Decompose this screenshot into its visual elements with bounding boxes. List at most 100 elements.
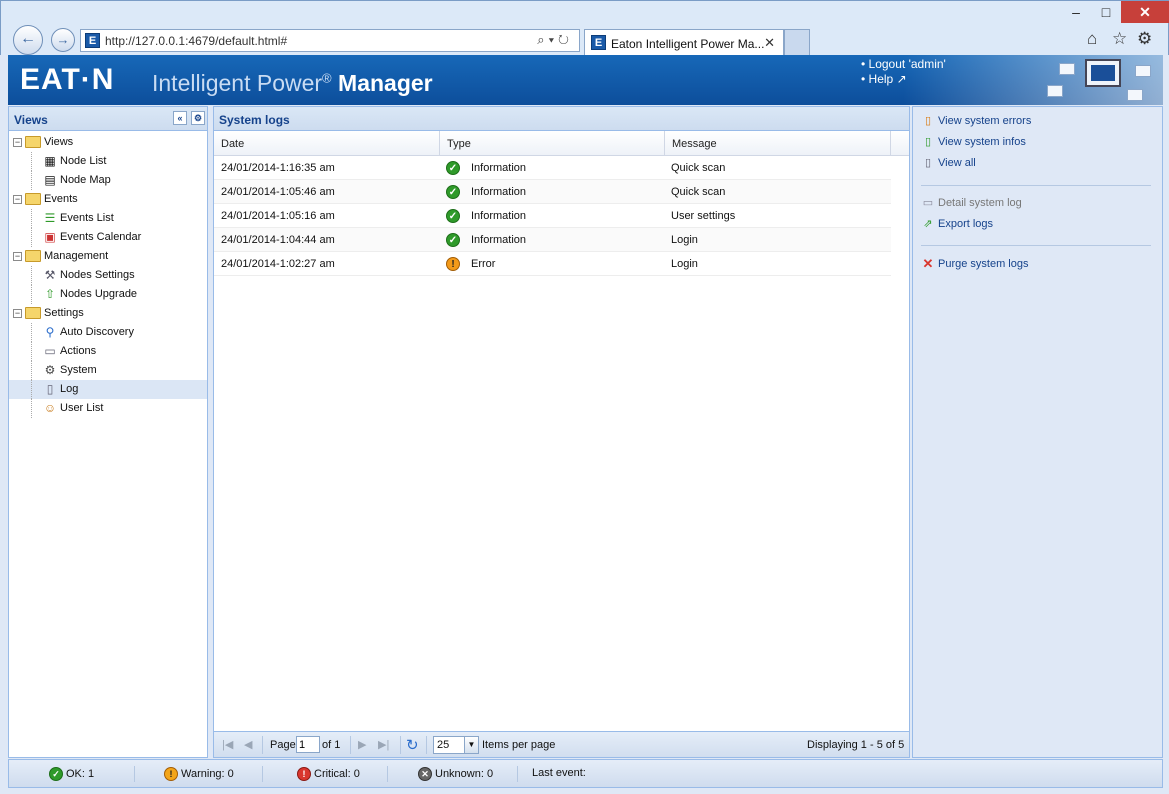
column-header-type[interactable]: Type — [440, 131, 665, 156]
view-system-errors-link[interactable]: ▯ View system errors — [921, 114, 1031, 128]
tree-group-views[interactable]: − Views — [9, 133, 207, 152]
grid-body: 24/01/2014-1:16:35 am ✓ Information Quic… — [214, 156, 909, 276]
monitor-icon: ▭ — [922, 197, 934, 209]
collapse-toggle-icon[interactable]: − — [13, 138, 22, 147]
tree-item-nodes-settings[interactable]: ⚒ Nodes Settings — [9, 266, 207, 285]
status-critical[interactable]: ! Critical: 0 — [297, 767, 360, 781]
column-header-date[interactable]: Date — [214, 131, 440, 156]
collapse-toggle-icon[interactable]: − — [13, 252, 22, 261]
tree-group-events[interactable]: − Events — [9, 190, 207, 209]
tree-item-events-list[interactable]: ☰ Events List — [9, 209, 207, 228]
displaying-count: Displaying 1 - 5 of 5 — [807, 739, 905, 751]
log-error-icon: ▯ — [924, 115, 932, 127]
events-list-icon: ☰ — [44, 211, 56, 225]
status-unknown[interactable]: ✕ Unknown: 0 — [418, 767, 493, 781]
table-row[interactable]: 24/01/2014-1:05:46 am ✓ Information Quic… — [214, 180, 891, 204]
purge-system-logs-link[interactable]: ✕ Purge system logs — [921, 257, 1029, 271]
app-header: EAT·N Intelligent Power® Manager • Logou… — [8, 55, 1163, 105]
tree-item-log[interactable]: ▯ Log — [9, 380, 207, 399]
actions-panel: ▯ View system errors ▯ View system infos ▯… — [912, 106, 1163, 758]
network-node-icon — [1059, 63, 1075, 75]
view-all-link[interactable]: ▯ View all — [921, 156, 976, 170]
tree-item-node-map[interactable]: ▤ Node Map — [9, 171, 207, 190]
last-page-icon[interactable]: ▶| — [378, 738, 389, 751]
favorites-star-icon[interactable]: ☆ — [1112, 29, 1127, 49]
separator — [426, 736, 427, 754]
node-map-icon: ▤ — [44, 173, 56, 187]
tree-item-actions[interactable]: ▭ Actions — [9, 342, 207, 361]
tab-close-icon[interactable]: ✕ — [764, 35, 775, 51]
ok-check-icon: ✓ — [446, 161, 460, 175]
critical-icon: ! — [297, 767, 311, 781]
panel-options-icon[interactable]: ⚙ — [191, 111, 205, 125]
error-exclamation-icon: ! — [446, 257, 460, 271]
table-row[interactable]: 24/01/2014-1:04:44 am ✓ Information Logi… — [214, 228, 891, 252]
folder-icon — [25, 307, 41, 319]
tree-item-nodes-upgrade[interactable]: ⇧ Nodes Upgrade — [9, 285, 207, 304]
address-bar[interactable]: E http://127.0.0.1:4679/default.html# ⌕▾… — [80, 29, 580, 52]
last-event-label: Last event: — [532, 767, 586, 779]
network-node-icon — [1127, 89, 1143, 101]
items-per-page-select[interactable]: 25 ▼ — [433, 736, 479, 754]
minimize-icon[interactable]: – — [1061, 1, 1091, 23]
close-window-icon[interactable]: ✕ — [1121, 1, 1169, 23]
next-page-icon[interactable]: ▶ — [358, 738, 366, 751]
collapse-toggle-icon[interactable]: − — [13, 195, 22, 204]
previous-page-icon[interactable]: ◀ — [244, 738, 252, 751]
export-icon: ⇗ — [923, 218, 933, 230]
ok-check-icon: ✓ — [446, 233, 460, 247]
status-ok[interactable]: ✓ OK: 1 — [49, 767, 94, 781]
export-logs-link[interactable]: ⇗ Export logs — [921, 217, 993, 231]
tree-group-settings[interactable]: − Settings — [9, 304, 207, 323]
address-url[interactable]: http://127.0.0.1:4679/default.html# — [105, 34, 287, 48]
view-system-infos-link[interactable]: ▯ View system infos — [921, 135, 1026, 149]
collapse-panel-icon[interactable]: « — [173, 111, 187, 125]
system-logs-title: System logs — [214, 107, 909, 131]
tab-title: Eaton Intelligent Power Ma... — [611, 37, 765, 51]
tree-item-auto-discovery[interactable]: ⚲ Auto Discovery — [9, 323, 207, 342]
page-number-input[interactable] — [296, 736, 320, 753]
tree-item-user-list[interactable]: ☺ User List — [9, 399, 207, 418]
views-tree: − Views ▦ Node List ▤ Node Map − Events … — [9, 131, 207, 418]
ok-check-icon: ✓ — [446, 209, 460, 223]
status-bar: ✓ OK: 1 ! Warning: 0 ! Critical: 0 ✕ Unknown… — [8, 759, 1163, 788]
back-button[interactable]: ← — [13, 25, 43, 55]
forward-button[interactable]: → — [51, 28, 75, 52]
header-network-art — [903, 55, 1163, 105]
collapse-toggle-icon[interactable]: − — [13, 309, 22, 318]
folder-icon — [25, 250, 41, 262]
tree-item-node-list[interactable]: ▦ Node List — [9, 152, 207, 171]
tab-favicon-icon: E — [591, 35, 606, 50]
unknown-icon: ✕ — [418, 767, 432, 781]
search-refresh-icons[interactable]: ⌕▾↻ — [537, 32, 573, 48]
detail-system-log-link[interactable]: ▭ Detail system log — [921, 196, 1022, 210]
folder-icon — [25, 193, 41, 205]
items-per-page-label: Items per page — [482, 739, 556, 751]
tree-group-management[interactable]: − Management — [9, 247, 207, 266]
grid-header: Date Type Message — [214, 131, 909, 156]
help-link[interactable]: • Help ↗ — [861, 72, 907, 86]
new-tab-button[interactable] — [784, 29, 810, 56]
column-header-message[interactable]: Message — [665, 131, 891, 156]
separator — [921, 185, 1151, 186]
table-row[interactable]: 24/01/2014-1:05:16 am ✓ Information User… — [214, 204, 891, 228]
table-row[interactable]: 24/01/2014-1:16:35 am ✓ Information Quic… — [214, 156, 891, 180]
log-icon: ▯ — [924, 157, 932, 169]
settings-gear-icon[interactable]: ⚙ — [1137, 29, 1152, 49]
discovery-icon: ⚲ — [45, 325, 55, 339]
home-icon[interactable]: ⌂ — [1087, 29, 1097, 49]
refresh-icon[interactable]: ↻ — [406, 736, 419, 754]
nodes-settings-icon: ⚒ — [44, 268, 56, 282]
warning-icon: ! — [164, 767, 178, 781]
browser-chrome: – □ ✕ ← → E http://127.0.0.1:4679/defaul… — [0, 0, 1169, 56]
separator — [262, 736, 263, 754]
separator — [400, 736, 401, 754]
tree-item-events-calendar[interactable]: ▣ Events Calendar — [9, 228, 207, 247]
chevron-down-icon[interactable]: ▼ — [464, 737, 478, 753]
first-page-icon[interactable]: |◀ — [222, 738, 233, 751]
browser-tab[interactable]: E Eaton Intelligent Power Ma... ✕ — [584, 29, 784, 56]
table-row[interactable]: 24/01/2014-1:02:27 am ! Error Login — [214, 252, 891, 276]
status-warning[interactable]: ! Warning: 0 — [164, 767, 234, 781]
maximize-icon[interactable]: □ — [1091, 1, 1121, 23]
tree-item-system[interactable]: ⚙ System — [9, 361, 207, 380]
